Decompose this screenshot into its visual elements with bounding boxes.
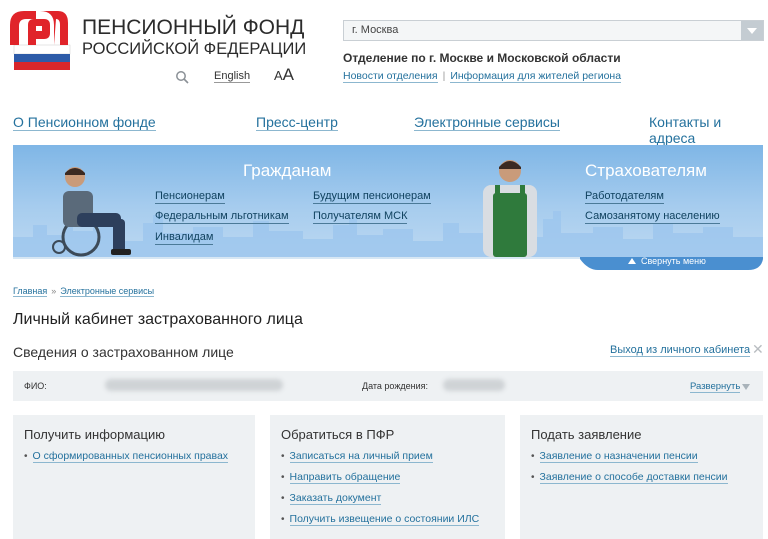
org-name-line1: ПЕНСИОННЫЙ ФОНД bbox=[82, 16, 305, 39]
audience-banner: Гражданам Пенсионерам Федеральным льготн… bbox=[13, 145, 763, 257]
list-item: • Заявление о назначении пенсии bbox=[531, 450, 728, 463]
citizens-link-federal-beneficiaries[interactable]: Федеральным льготникам bbox=[155, 210, 289, 224]
card-get-information: Получить информацию • О сформированных пе… bbox=[13, 415, 255, 539]
chevron-down-icon[interactable] bbox=[741, 21, 763, 40]
insurers-heading[interactable]: Страхователям bbox=[585, 161, 707, 181]
branch-links: Новости отделения | Информация для жителей… bbox=[343, 70, 622, 83]
font-size-small: A bbox=[274, 68, 283, 83]
breadcrumb-e-services[interactable]: Электронные сервисы bbox=[60, 286, 155, 297]
insurer-photo bbox=[483, 160, 537, 257]
breadcrumb: Главная» Электронные сервисы bbox=[13, 286, 155, 297]
expand-arrow-icon[interactable] bbox=[742, 384, 750, 390]
section-title: Сведения о застрахованном лице bbox=[13, 344, 234, 360]
bullet-icon: • bbox=[281, 514, 285, 525]
font-size-toggle[interactable]: AA bbox=[274, 65, 294, 85]
citizens-link-disabled[interactable]: Инвалидам bbox=[155, 231, 214, 245]
send-appeal-link[interactable]: Направить обращение bbox=[289, 471, 401, 484]
breadcrumb-separator: » bbox=[51, 286, 57, 296]
collapse-menu-button[interactable]: Свернуть меню bbox=[628, 256, 706, 266]
fio-value-redacted bbox=[105, 379, 283, 391]
branch-news-link[interactable]: Новости отделения bbox=[343, 70, 438, 83]
branch-title: Отделение по г. Москве и Московской обла… bbox=[343, 51, 621, 65]
branch-info-link[interactable]: Информация для жителей региона bbox=[450, 70, 622, 83]
list-item: • Заказать документ bbox=[281, 492, 479, 505]
page-title: Личный кабинет застрахованного лица bbox=[13, 311, 303, 328]
list-item: • О сформированных пенсионных правах bbox=[24, 450, 229, 463]
bullet-icon: • bbox=[24, 451, 28, 462]
list-item: • Заявление о способе доставки пенсии bbox=[531, 471, 728, 484]
pension-assignment-link[interactable]: Заявление о назначении пенсии bbox=[539, 450, 698, 463]
site-header: ПЕНСИОННЫЙ ФОНД РОССИЙСКОЙ ФЕДЕРАЦИИ Eng… bbox=[0, 0, 768, 102]
insurers-link-self-employed[interactable]: Самозанятому населению bbox=[585, 210, 720, 224]
pension-rights-link[interactable]: О сформированных пенсионных правах bbox=[32, 450, 229, 463]
dob-label: Дата рождения: bbox=[362, 381, 428, 391]
card-title: Получить информацию bbox=[24, 427, 165, 442]
list-item: • Записаться на личный прием bbox=[281, 450, 479, 463]
language-link[interactable]: English bbox=[214, 70, 251, 83]
card-contact-pfr: Обратиться в ПФР • Записаться на личный п… bbox=[270, 415, 505, 539]
fio-label: ФИО: bbox=[24, 381, 47, 391]
bullet-icon: • bbox=[281, 472, 285, 483]
card-links: • Заявление о назначении пенсии • Заявлени… bbox=[531, 450, 728, 492]
branch-links-separator: | bbox=[442, 70, 446, 82]
citizen-photo bbox=[52, 167, 131, 257]
card-submit-application: Подать заявление • Заявление о назначении… bbox=[520, 415, 763, 539]
nav-contacts[interactable]: Контакты и адреса bbox=[649, 114, 763, 147]
main-nav: О Пенсионном фонде Пресс-центр Электронн… bbox=[13, 114, 763, 147]
bullet-icon: • bbox=[281, 493, 285, 504]
citizens-link-pensioners[interactable]: Пенсионерам bbox=[155, 190, 225, 204]
search-icon[interactable] bbox=[175, 70, 189, 84]
card-links: • О сформированных пенсионных правах bbox=[24, 450, 229, 471]
card-title: Подать заявление bbox=[531, 427, 642, 442]
delivery-method-link[interactable]: Заявление о способе доставки пенсии bbox=[539, 471, 728, 484]
org-name-line2: РОССИЙСКОЙ ФЕДЕРАЦИИ bbox=[82, 40, 307, 58]
citizens-link-future-pensioners[interactable]: Будущим пенсионерам bbox=[313, 190, 431, 204]
card-links: • Записаться на личный прием • Направить о… bbox=[281, 450, 480, 534]
bullet-icon: • bbox=[531, 472, 535, 483]
close-icon[interactable]: ✕ bbox=[752, 341, 764, 358]
citizens-heading[interactable]: Гражданам bbox=[243, 161, 331, 181]
org-name[interactable]: ПЕНСИОННЫЙ ФОНД РОССИЙСКОЙ ФЕДЕРАЦИИ bbox=[82, 16, 306, 59]
breadcrumb-home[interactable]: Главная bbox=[13, 286, 48, 297]
pfr-logo[interactable] bbox=[6, 5, 72, 71]
logout-link[interactable]: Выход из личного кабинета bbox=[610, 344, 751, 357]
nav-about-fund[interactable]: О Пенсионном фонде bbox=[13, 114, 156, 131]
region-select-value: г. Москва bbox=[352, 24, 399, 36]
font-size-large: A bbox=[282, 65, 295, 84]
insured-person-info: ФИО: Дата рождения: Развернуть bbox=[13, 371, 763, 401]
region-select[interactable]: г. Москва bbox=[343, 20, 764, 41]
ils-notice-link[interactable]: Получить извещение о состоянии ИЛС bbox=[289, 513, 480, 526]
bullet-icon: • bbox=[531, 451, 535, 462]
citizens-link-msk-recipients[interactable]: Получателям МСК bbox=[313, 210, 408, 224]
insurers-link-employers[interactable]: Работодателям bbox=[585, 190, 664, 204]
collapse-arrow-icon bbox=[628, 258, 636, 264]
bullet-icon: • bbox=[281, 451, 285, 462]
list-item: • Получить извещение о состоянии ИЛС bbox=[281, 513, 480, 526]
nav-e-services[interactable]: Электронные сервисы bbox=[414, 114, 560, 131]
expand-link[interactable]: Развернуть bbox=[690, 381, 741, 393]
nav-press-center[interactable]: Пресс-центр bbox=[256, 114, 338, 131]
card-title: Обратиться в ПФР bbox=[281, 427, 395, 442]
book-appointment-link[interactable]: Записаться на личный прием bbox=[289, 450, 433, 463]
dob-value-redacted bbox=[443, 379, 505, 391]
order-document-link[interactable]: Заказать документ bbox=[289, 492, 382, 505]
collapse-menu-label: Свернуть меню bbox=[641, 256, 706, 266]
list-item: • Направить обращение bbox=[281, 471, 479, 484]
